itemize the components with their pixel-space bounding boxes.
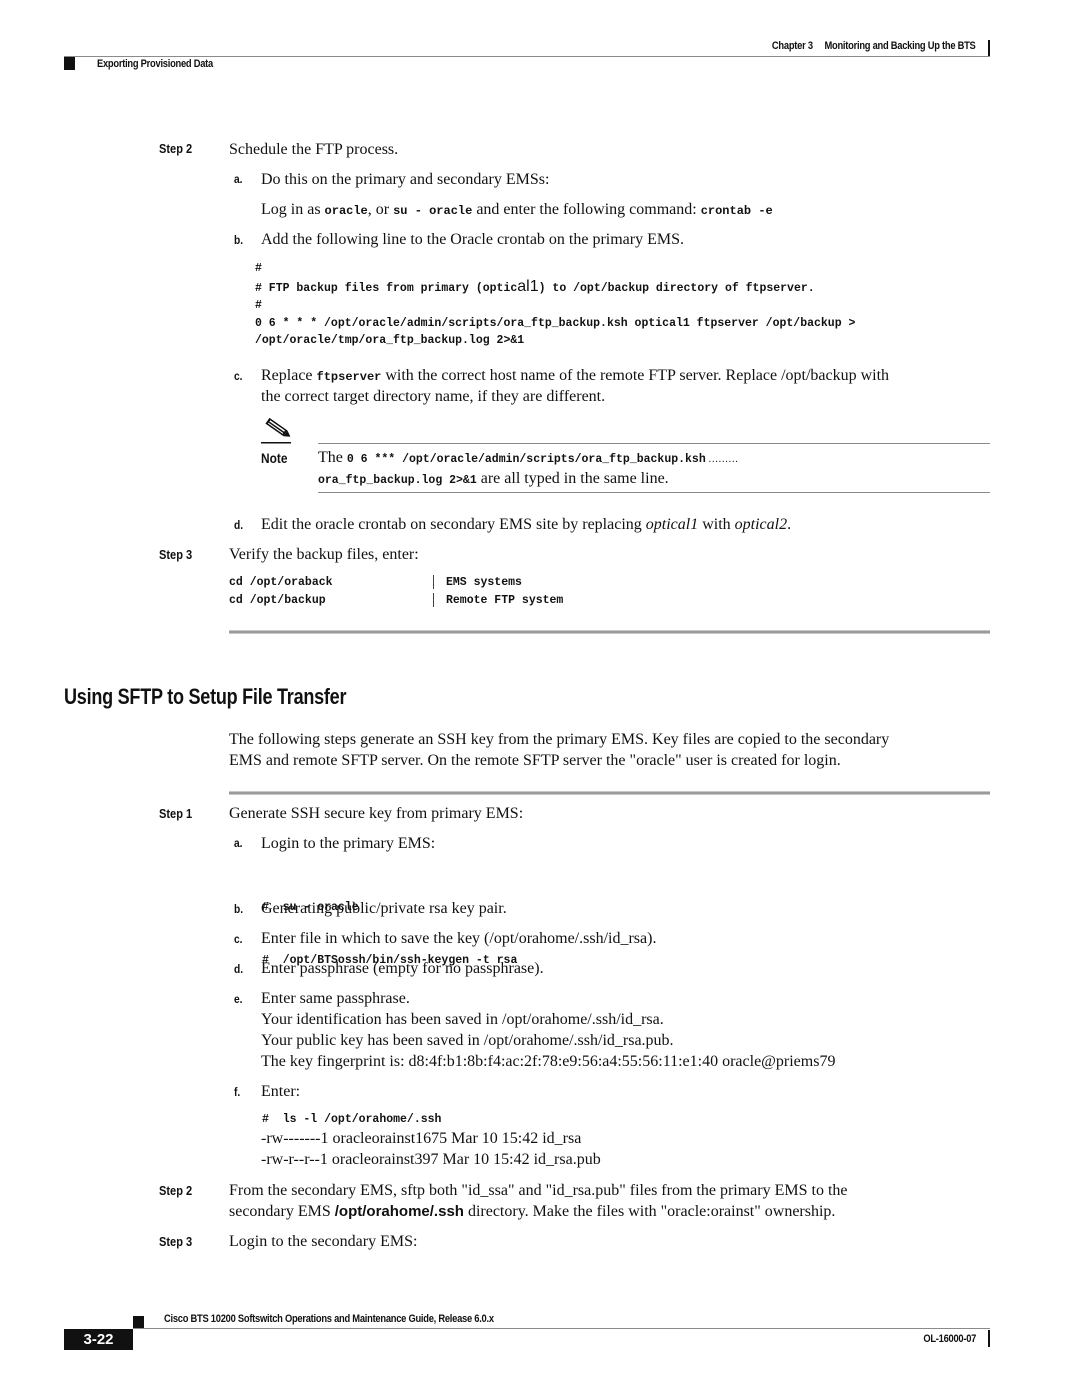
code-line: # <box>255 262 262 275</box>
step-text: From the secondary EMS, sftp both "id_ss… <box>229 1182 848 1199</box>
footer-marker <box>133 1316 144 1328</box>
verify-desc: EMS systems <box>446 576 522 589</box>
code-line: # <box>255 299 262 312</box>
code-inline: oracle <box>324 204 368 218</box>
verify-table-row: cd /opt/oraback <box>229 576 333 589</box>
page-number-box: 3-22 <box>64 1329 133 1350</box>
step-label: Step 2 <box>159 1183 193 1198</box>
code-block-crontab: # # FTP backup files from primary (optic… <box>255 260 855 350</box>
chapter-title: Monitoring and Backing Up the BTS <box>824 40 976 52</box>
section-end-rule <box>229 630 990 634</box>
section-title: Using SFTP to Setup File Transfer <box>64 684 347 709</box>
substep-text: Login to the primary EMS: <box>261 835 436 852</box>
substep-text: Enter: <box>261 1083 301 1100</box>
note-rule-top <box>318 443 990 444</box>
substep-marker: d. <box>234 518 244 532</box>
chapter-number: Chapter 3 <box>772 40 814 52</box>
substep-text: Edit the oracle crontab on secondary EMS… <box>261 516 792 533</box>
substep-marker: e. <box>234 992 243 1006</box>
step-text: Generate SSH secure key from primary EMS… <box>229 805 524 822</box>
path-emphasis: /opt/orahome/.ssh <box>334 1203 464 1220</box>
verify-table-row: cd /opt/backup <box>229 594 326 607</box>
command-output: -rw-------1 oracleorainst1675 Mar 10 15:… <box>261 1130 601 1168</box>
step-label: Step 2 <box>159 141 193 156</box>
substep-marker: d. <box>234 962 244 976</box>
header-rule <box>64 56 990 57</box>
table-separator <box>433 575 434 589</box>
pencil-note-icon <box>259 417 295 444</box>
code-inline: crontab -e <box>700 204 773 218</box>
substep-marker: f. <box>234 1085 241 1099</box>
verify-desc: Remote FTP system <box>446 594 564 607</box>
code-inline: ora_ftp_backup.log 2>&1 <box>318 474 477 487</box>
header-chapter: Chapter 3 Monitoring and Backing Up the … <box>772 40 976 52</box>
substep-text-cont: the correct target directory name, if th… <box>261 388 606 405</box>
header-section-marker <box>64 57 75 70</box>
substep-marker: c. <box>234 369 243 383</box>
substep-text: Enter file in which to save the key (/op… <box>261 930 657 947</box>
footer-rule <box>133 1328 990 1329</box>
login-instruction: Log in as oracle, or su - oracle and ent… <box>261 201 773 218</box>
footer-guide-title: Cisco BTS 10200 Softswitch Operations an… <box>164 1313 494 1325</box>
step-label: Step 3 <box>159 547 193 562</box>
substep-text: Generating public/private rsa key pair. <box>261 900 507 917</box>
step-text: Schedule the FTP process. <box>229 141 399 158</box>
substep-text: Add the following line to the Oracle cro… <box>261 231 685 248</box>
header-section-title: Exporting Provisioned Data <box>97 58 213 70</box>
code-inline: 0 6 *** /opt/oracle/admin/scripts/ora_ft… <box>346 453 706 466</box>
step-text: Verify the backup files, enter: <box>229 546 419 563</box>
verify-cmd: cd /opt/backup <box>229 594 326 607</box>
code-inline: ftpserver <box>316 370 382 384</box>
note-text-cont: ora_ftp_backup.log 2>&1 are all typed in… <box>318 470 669 487</box>
code-inline: su - oracle <box>393 204 473 218</box>
header-bar-right <box>988 40 990 57</box>
note-label: Note <box>261 450 288 466</box>
code-line: 0 6 * * * /opt/oracle/admin/scripts/ora_… <box>255 316 856 330</box>
substep-marker: b. <box>234 233 244 247</box>
verify-cmd: cd /opt/oraback <box>229 576 333 589</box>
code-line: # ls -l /opt/orahome/.ssh <box>262 1113 442 1126</box>
substep-text: Enter same passphrase. Your identificati… <box>261 990 836 1070</box>
procedure-start-rule <box>229 791 990 795</box>
substep-marker: a. <box>234 172 243 186</box>
substep-text: Enter passphrase (empty for no passphras… <box>261 960 544 977</box>
intro-text-cont: EMS and remote SFTP server. On the remot… <box>229 752 841 769</box>
code-line: /opt/oracle/tmp/ora_ftp_backup.log 2>&1 <box>255 334 525 347</box>
footer-bar-right <box>988 1330 990 1347</box>
table-separator <box>433 593 434 607</box>
step-label: Step 1 <box>159 806 193 821</box>
substep-marker: c. <box>234 932 243 946</box>
note-text: The 0 6 *** /opt/oracle/admin/scripts/or… <box>318 449 739 466</box>
intro-text: The following steps generate an SSH key … <box>229 731 890 748</box>
step-label: Step 3 <box>159 1234 193 1249</box>
substep-marker: a. <box>234 836 243 850</box>
substep-text: Replace ftpserver with the correct host … <box>261 367 890 384</box>
code-line: # FTP backup files from primary (optical… <box>255 277 815 295</box>
substep-marker: b. <box>234 902 244 916</box>
footer-doc-number: OL-16000-07 <box>923 1333 976 1345</box>
page-number: 3-22 <box>83 1331 114 1348</box>
step-text: Login to the secondary EMS: <box>229 1233 418 1250</box>
note-rule-bottom <box>318 492 990 493</box>
step-text-cont: secondary EMS /opt/orahome/.ssh director… <box>229 1203 836 1220</box>
substep-text: Do this on the primary and secondary EMS… <box>261 171 550 188</box>
